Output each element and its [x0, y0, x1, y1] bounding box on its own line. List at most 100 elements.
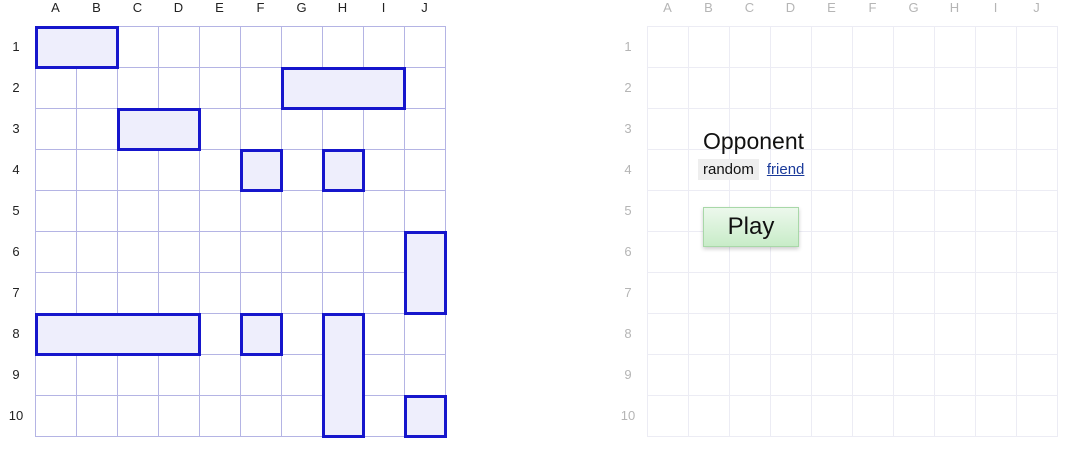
enemy-cell[interactable]: [648, 273, 689, 314]
enemy-cell[interactable]: [894, 396, 935, 437]
enemy-cell[interactable]: [935, 355, 976, 396]
enemy-cell[interactable]: [689, 68, 730, 109]
enemy-cell[interactable]: [1017, 109, 1058, 150]
enemy-cell[interactable]: [812, 191, 853, 232]
enemy-cell[interactable]: [935, 396, 976, 437]
enemy-cell[interactable]: [730, 273, 771, 314]
enemy-cell[interactable]: [689, 396, 730, 437]
enemy-cell[interactable]: [976, 355, 1017, 396]
enemy-cell[interactable]: [853, 355, 894, 396]
enemy-cell[interactable]: [935, 68, 976, 109]
enemy-cell[interactable]: [894, 273, 935, 314]
enemy-cell[interactable]: [812, 355, 853, 396]
ship[interactable]: [240, 313, 283, 356]
ship[interactable]: [404, 395, 447, 438]
enemy-cell[interactable]: [894, 109, 935, 150]
enemy-cell[interactable]: [894, 27, 935, 68]
enemy-cell[interactable]: [812, 273, 853, 314]
enemy-cell[interactable]: [976, 27, 1017, 68]
enemy-cell[interactable]: [648, 68, 689, 109]
enemy-cell[interactable]: [853, 273, 894, 314]
enemy-cell[interactable]: [935, 27, 976, 68]
enemy-cell[interactable]: [771, 314, 812, 355]
enemy-cell[interactable]: [812, 314, 853, 355]
enemy-cell[interactable]: [853, 396, 894, 437]
enemy-cell[interactable]: [689, 355, 730, 396]
enemy-cell[interactable]: [648, 150, 689, 191]
enemy-cell[interactable]: [689, 314, 730, 355]
enemy-cell[interactable]: [1017, 191, 1058, 232]
enemy-cell[interactable]: [689, 27, 730, 68]
enemy-cell[interactable]: [976, 314, 1017, 355]
enemy-cell[interactable]: [853, 232, 894, 273]
enemy-cell[interactable]: [812, 68, 853, 109]
enemy-cell[interactable]: [648, 355, 689, 396]
enemy-cell[interactable]: [894, 150, 935, 191]
enemy-cell[interactable]: [853, 314, 894, 355]
enemy-cell[interactable]: [648, 396, 689, 437]
enemy-cell[interactable]: [730, 314, 771, 355]
ship[interactable]: [240, 149, 283, 192]
enemy-cell[interactable]: [976, 396, 1017, 437]
enemy-cell[interactable]: [1017, 68, 1058, 109]
ship[interactable]: [35, 26, 119, 69]
enemy-cell[interactable]: [730, 68, 771, 109]
enemy-cell[interactable]: [730, 27, 771, 68]
opponent-option-random[interactable]: random: [698, 159, 759, 180]
enemy-cell[interactable]: [853, 150, 894, 191]
enemy-cell[interactable]: [1017, 273, 1058, 314]
enemy-cell[interactable]: [976, 232, 1017, 273]
enemy-cell[interactable]: [730, 396, 771, 437]
enemy-cell[interactable]: [894, 314, 935, 355]
enemy-cell[interactable]: [935, 314, 976, 355]
enemy-cell[interactable]: [648, 232, 689, 273]
enemy-cell[interactable]: [935, 273, 976, 314]
ship[interactable]: [322, 149, 365, 192]
enemy-cell[interactable]: [853, 68, 894, 109]
enemy-cell[interactable]: [771, 355, 812, 396]
enemy-cell[interactable]: [812, 109, 853, 150]
enemy-cell[interactable]: [648, 109, 689, 150]
ship[interactable]: [281, 67, 406, 110]
enemy-cell[interactable]: [648, 191, 689, 232]
enemy-cell[interactable]: [1017, 27, 1058, 68]
ship[interactable]: [404, 231, 447, 315]
enemy-cell[interactable]: [935, 150, 976, 191]
enemy-cell[interactable]: [689, 273, 730, 314]
ship[interactable]: [322, 313, 365, 438]
enemy-cell[interactable]: [812, 150, 853, 191]
enemy-cell[interactable]: [894, 68, 935, 109]
enemy-cell[interactable]: [730, 355, 771, 396]
enemy-cell[interactable]: [976, 150, 1017, 191]
enemy-cell[interactable]: [894, 232, 935, 273]
enemy-cell[interactable]: [771, 273, 812, 314]
play-button[interactable]: Play: [703, 207, 799, 247]
enemy-cell[interactable]: [771, 68, 812, 109]
enemy-cell[interactable]: [976, 273, 1017, 314]
enemy-cell[interactable]: [648, 314, 689, 355]
enemy-cell[interactable]: [771, 27, 812, 68]
ship[interactable]: [35, 313, 201, 356]
enemy-cell[interactable]: [976, 68, 1017, 109]
enemy-cell[interactable]: [853, 191, 894, 232]
enemy-cell[interactable]: [1017, 355, 1058, 396]
enemy-cell[interactable]: [812, 396, 853, 437]
enemy-cell[interactable]: [935, 191, 976, 232]
enemy-cell[interactable]: [812, 27, 853, 68]
enemy-cell[interactable]: [648, 27, 689, 68]
enemy-cell[interactable]: [1017, 396, 1058, 437]
opponent-option-friend[interactable]: friend: [767, 161, 805, 178]
enemy-cell[interactable]: [771, 396, 812, 437]
enemy-cell[interactable]: [1017, 314, 1058, 355]
enemy-cell[interactable]: [935, 232, 976, 273]
enemy-cell[interactable]: [1017, 232, 1058, 273]
enemy-cell[interactable]: [853, 27, 894, 68]
enemy-cell[interactable]: [935, 109, 976, 150]
enemy-cell[interactable]: [1017, 150, 1058, 191]
ship[interactable]: [117, 108, 201, 151]
enemy-cell[interactable]: [894, 191, 935, 232]
enemy-cell[interactable]: [976, 109, 1017, 150]
enemy-cell[interactable]: [894, 355, 935, 396]
enemy-cell[interactable]: [812, 232, 853, 273]
own-grid[interactable]: [35, 26, 447, 438]
